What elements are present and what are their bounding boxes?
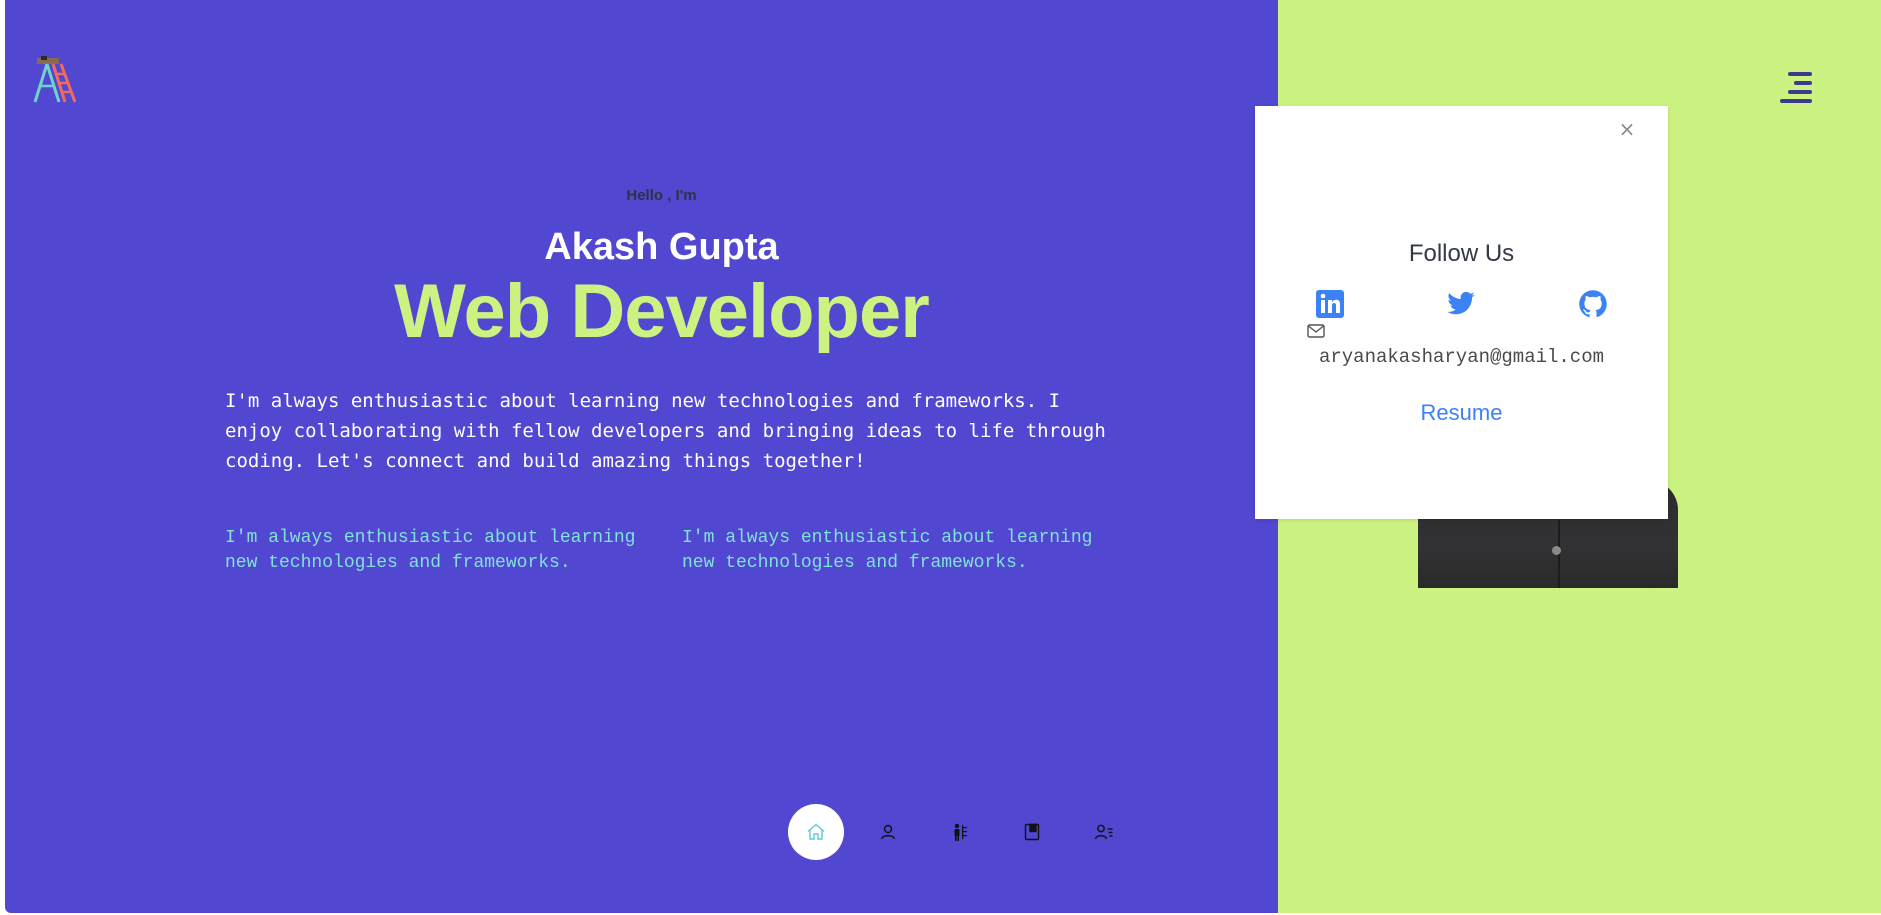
nav-portfolio-button[interactable] (1004, 804, 1060, 860)
hamburger-menu-icon[interactable] (1778, 70, 1814, 104)
twitter-icon[interactable] (1446, 289, 1476, 319)
resume-link[interactable]: Resume (1255, 400, 1668, 426)
hero-role: Web Developer (394, 269, 930, 354)
feature-text-2: I'm always enthusiastic about learning n… (682, 528, 1093, 573)
follow-us-modal: × Follow Us aryanakasharyan@gmail.com Re… (1255, 106, 1668, 519)
nav-about-button[interactable] (860, 804, 916, 860)
book-icon (1024, 823, 1040, 841)
hero-name: Akash Gupta (544, 226, 779, 268)
email-address[interactable]: aryanakasharyan@gmail.com (1255, 346, 1668, 368)
close-modal-button[interactable]: × (1616, 118, 1638, 140)
modal-title: Follow Us (1408, 240, 1515, 267)
feature-text-1: I'm always enthusiastic about learning n… (225, 528, 636, 573)
contact-list-icon (1094, 824, 1113, 840)
greeting-text: Hello , I'm (626, 187, 697, 204)
intro-paragraph: I'm always enthusiastic about learning n… (225, 390, 1106, 472)
github-icon[interactable] (1578, 289, 1608, 319)
nav-skills-button[interactable] (932, 804, 988, 860)
linkedin-icon[interactable] (1315, 289, 1345, 319)
ladder-logo-icon[interactable] (33, 56, 79, 104)
home-icon (807, 823, 825, 840)
nav-home-button[interactable] (788, 804, 844, 860)
skills-icon (954, 823, 967, 841)
mail-icon (1307, 324, 1325, 338)
user-icon (880, 824, 896, 840)
photo-shirt-button (1552, 546, 1561, 555)
nav-contact-button[interactable] (1076, 804, 1132, 860)
